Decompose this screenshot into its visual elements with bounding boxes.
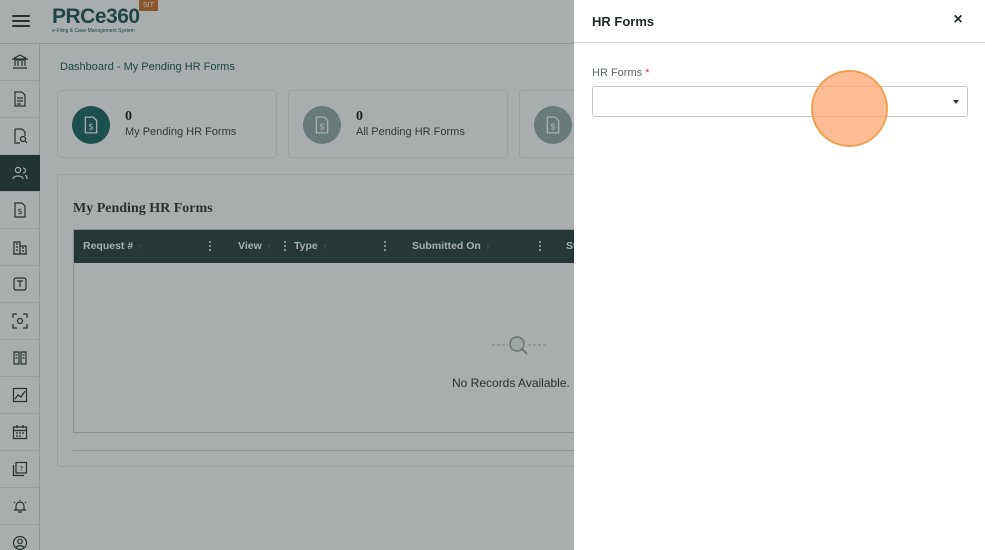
required-indicator: * bbox=[645, 67, 650, 79]
hr-forms-field-label: HR Forms * bbox=[592, 67, 649, 79]
close-icon[interactable]: × bbox=[950, 12, 966, 28]
hr-forms-select[interactable] bbox=[592, 86, 968, 117]
click-indicator bbox=[811, 70, 888, 147]
drawer-title: HR Forms bbox=[592, 14, 655, 29]
chevron-down-icon[interactable] bbox=[953, 100, 959, 104]
drawer-header: HR Forms × bbox=[574, 0, 985, 43]
hr-forms-drawer: HR Forms × HR Forms * bbox=[574, 0, 985, 550]
field-label-text: HR Forms bbox=[592, 67, 643, 79]
